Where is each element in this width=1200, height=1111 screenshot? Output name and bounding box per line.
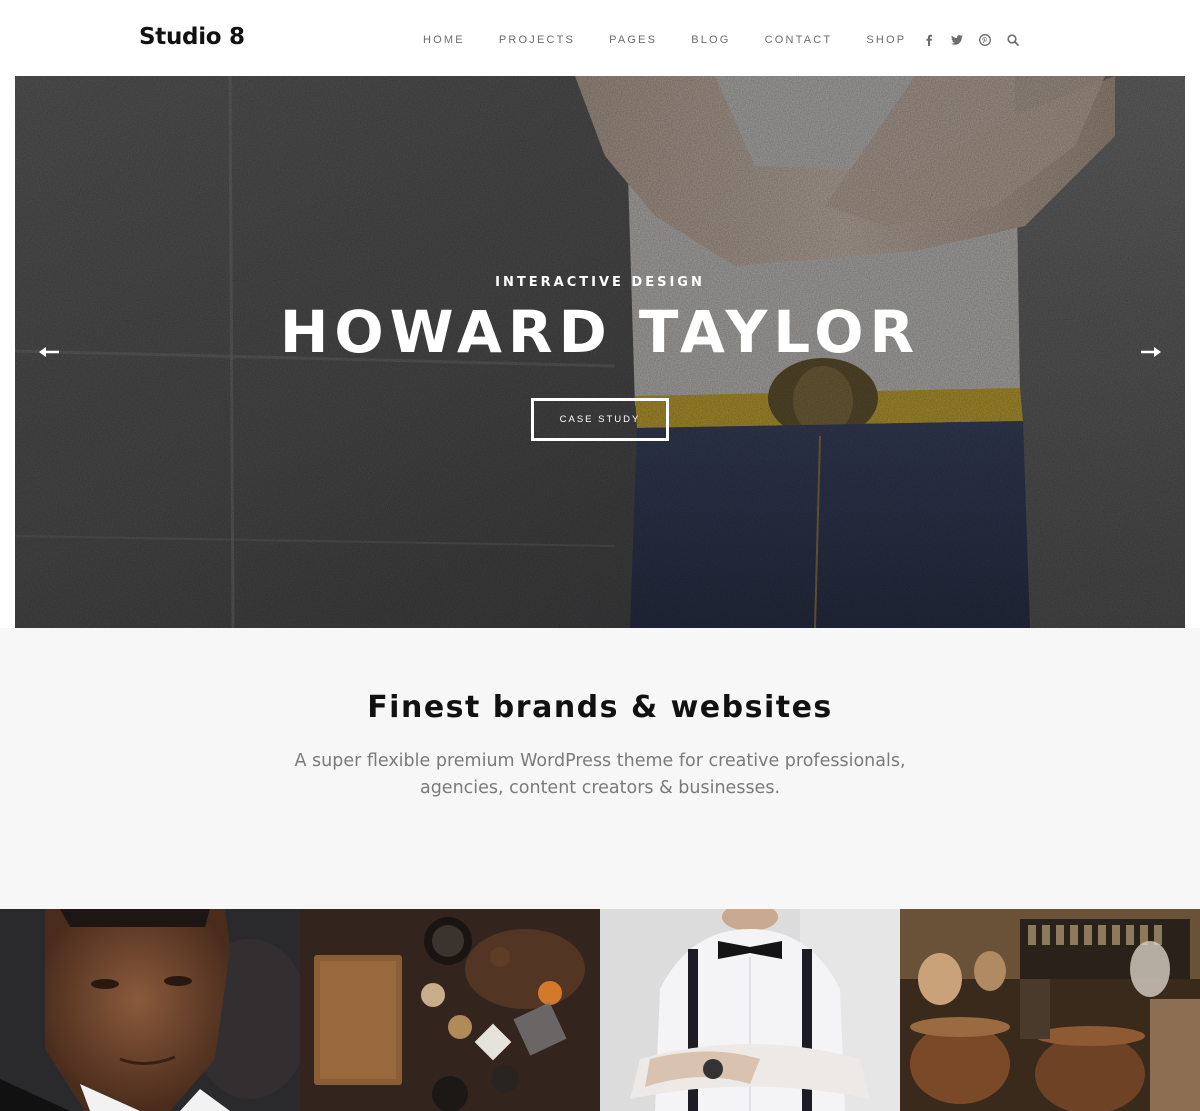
bow-tie-man-photo bbox=[600, 909, 900, 1111]
site-header: Studio 8 HOME PROJECTS PAGES BLOG CONTAC… bbox=[0, 0, 1200, 76]
main-nav: HOME PROJECTS PAGES BLOG CONTACT SHOP bbox=[406, 34, 923, 46]
portfolio-tile-bowtie[interactable] bbox=[600, 909, 900, 1111]
nav-contact[interactable]: CONTACT bbox=[765, 34, 833, 46]
facebook-icon[interactable] bbox=[920, 31, 938, 49]
pinterest-icon[interactable] bbox=[976, 31, 994, 49]
intro-text: A super flexible premium WordPress theme… bbox=[294, 751, 906, 798]
social-links bbox=[920, 31, 1032, 49]
intro-section: Finest brands & websites A super flexibl… bbox=[0, 628, 1200, 909]
hero-subtitle: INTERACTIVE DESIGN bbox=[495, 275, 705, 290]
case-study-button[interactable]: CASE STUDY bbox=[531, 398, 669, 441]
site-logo[interactable]: Studio 8 bbox=[139, 24, 245, 50]
portrait-photo bbox=[0, 909, 300, 1111]
nav-blog[interactable]: BLOG bbox=[691, 34, 730, 46]
kitchen-table-photo bbox=[300, 909, 600, 1111]
wine-bar-photo bbox=[900, 909, 1200, 1111]
nav-home[interactable]: HOME bbox=[423, 34, 465, 46]
nav-shop[interactable]: SHOP bbox=[866, 34, 906, 46]
portfolio-tile-winebar[interactable] bbox=[900, 909, 1200, 1111]
portfolio-tile-portrait[interactable] bbox=[0, 909, 300, 1111]
portfolio-grid bbox=[0, 909, 1200, 1111]
portfolio-tile-kitchen[interactable] bbox=[300, 909, 600, 1111]
hero-slider: INTERACTIVE DESIGN HOWARD TAYLOR CASE ST… bbox=[15, 76, 1185, 628]
nav-pages[interactable]: PAGES bbox=[609, 34, 657, 46]
nav-projects[interactable]: PROJECTS bbox=[499, 34, 575, 46]
hero-title: HOWARD TAYLOR bbox=[279, 298, 921, 366]
twitter-icon[interactable] bbox=[948, 31, 966, 49]
search-icon[interactable] bbox=[1004, 31, 1022, 49]
intro-title: Finest brands & websites bbox=[367, 690, 833, 725]
